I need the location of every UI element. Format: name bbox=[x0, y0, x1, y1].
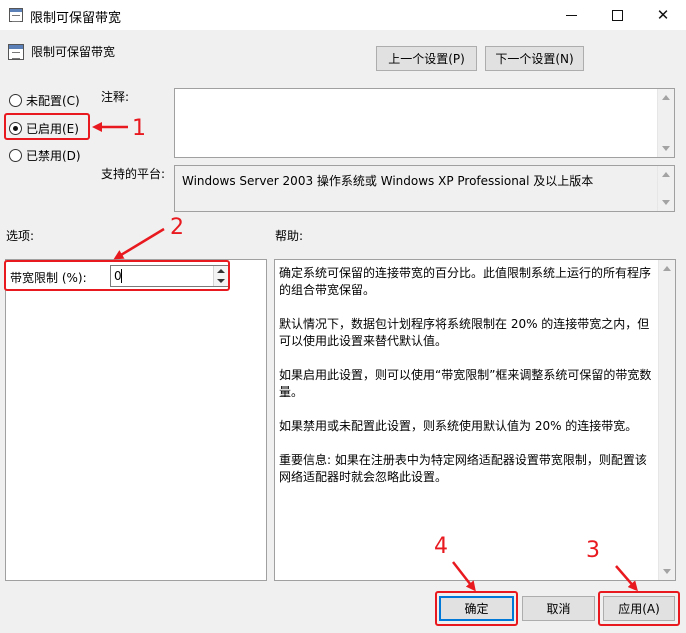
arrow-3 bbox=[615, 565, 638, 592]
annotation-number-3: 3 bbox=[586, 538, 600, 563]
annotation-arrows bbox=[92, 122, 638, 592]
arrow-2 bbox=[113, 227, 165, 260]
annotation-number-1: 1 bbox=[132, 116, 146, 141]
annotation-number-4: 4 bbox=[434, 534, 448, 559]
annotation-number-2: 2 bbox=[170, 215, 184, 240]
arrow-4 bbox=[452, 561, 476, 592]
